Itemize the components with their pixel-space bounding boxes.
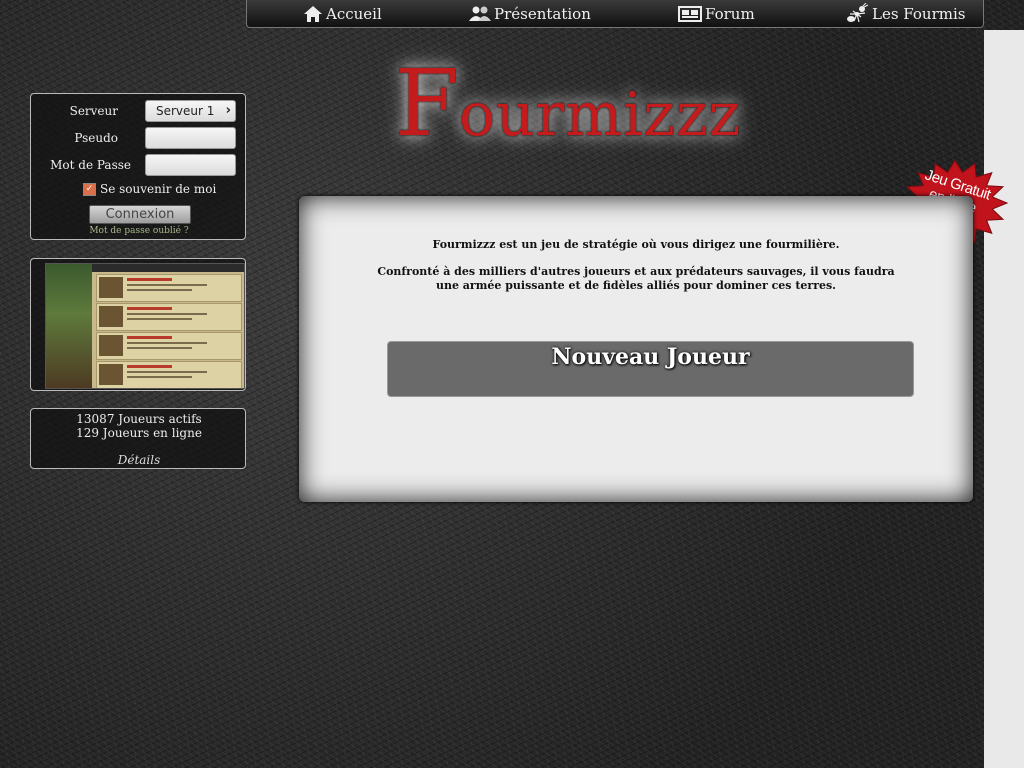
nav-les-fourmis-label: Les Fourmis xyxy=(872,5,966,23)
password-label: Mot de Passe xyxy=(50,158,131,172)
active-players: 13087 Joueurs actifs xyxy=(76,412,202,426)
remember-me[interactable]: ✓ Se souvenir de moi xyxy=(83,182,216,196)
server-label: Serveur xyxy=(69,104,118,118)
intro-line-1: Fourmizzz est un jeu de stratégie où vou… xyxy=(432,238,840,251)
server-select-value: Serveur 1 xyxy=(156,104,215,118)
intro-line-2: Confronté à des milliers d'autres joueur… xyxy=(377,265,895,278)
game-screenshot-image xyxy=(45,263,245,389)
forum-icon xyxy=(678,6,702,22)
details-link[interactable]: Détails xyxy=(31,453,247,467)
server-select[interactable]: Serveur 1 › xyxy=(145,100,236,122)
pseudo-label: Pseudo xyxy=(74,131,118,145)
online-players: 129 Joueurs en ligne xyxy=(76,426,202,440)
house-icon xyxy=(304,6,322,22)
nav-presentation-label: Présentation xyxy=(494,5,591,23)
logo-rest: ourmizzz xyxy=(458,80,742,150)
forgot-password-link[interactable]: Mot de passe oublié ? xyxy=(31,226,247,236)
top-navigation: Accueil Présentation Forum Les Fourmis xyxy=(246,0,984,28)
nav-les-fourmis[interactable]: Les Fourmis xyxy=(845,3,965,25)
main-content-box: Fourmizzz est un jeu de stratégie où vou… xyxy=(299,196,973,502)
remember-checkbox[interactable]: ✓ xyxy=(83,182,96,196)
nav-accueil[interactable]: Accueil xyxy=(303,3,382,25)
nav-presentation[interactable]: Présentation xyxy=(469,3,591,25)
game-screenshot-panel[interactable] xyxy=(30,258,246,391)
pseudo-input[interactable] xyxy=(145,127,236,149)
chevron-right-icon: › xyxy=(225,103,231,118)
users-icon xyxy=(469,6,491,21)
ant-icon xyxy=(847,3,869,23)
nav-accueil-label: Accueil xyxy=(326,5,382,23)
remember-label: Se souvenir de moi xyxy=(100,182,217,196)
nav-forum[interactable]: Forum xyxy=(678,3,755,25)
player-stats-panel: 13087 Joueurs actifs 129 Joueurs en lign… xyxy=(30,408,246,469)
new-player-button[interactable]: Nouveau Joueur xyxy=(387,341,914,397)
password-input[interactable] xyxy=(145,154,236,176)
site-logo[interactable]: Fourmizzz xyxy=(395,50,795,160)
nav-forum-label: Forum xyxy=(705,5,755,23)
intro-line-3: une armée puissante et de fidèles alliés… xyxy=(435,279,837,292)
login-panel: Serveur Serveur 1 › Pseudo Mot de Passe … xyxy=(30,93,246,240)
right-scroll-strip xyxy=(984,30,1024,768)
logo-first-letter: F xyxy=(395,50,459,157)
login-button[interactable]: Connexion xyxy=(89,205,191,224)
